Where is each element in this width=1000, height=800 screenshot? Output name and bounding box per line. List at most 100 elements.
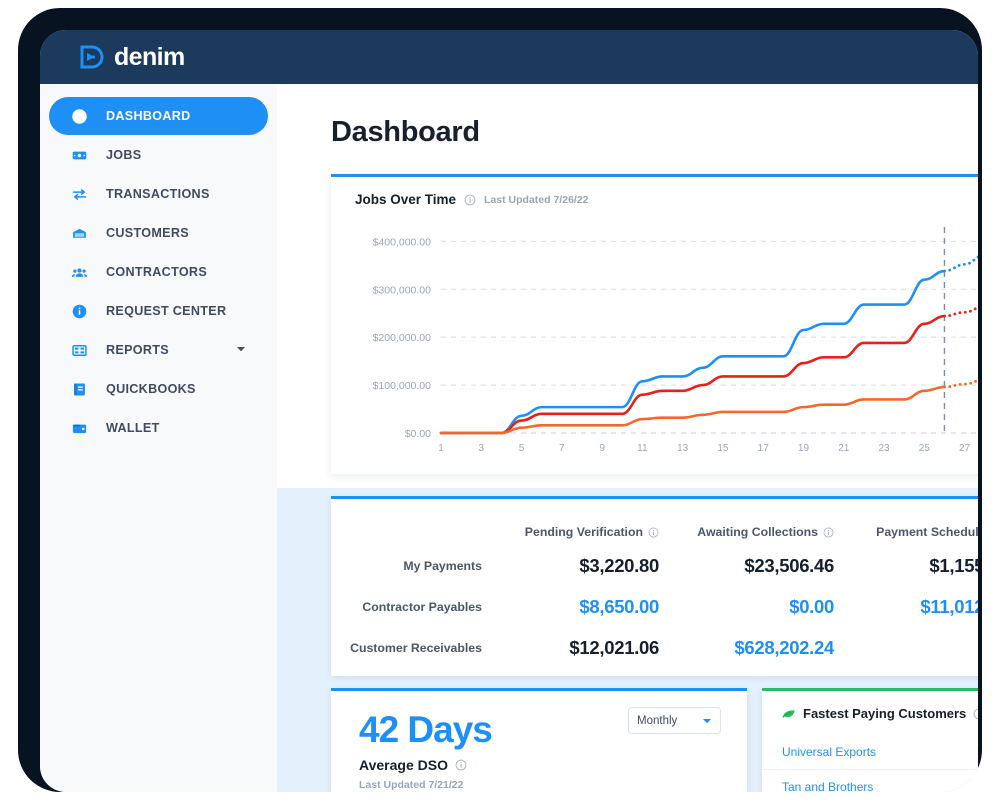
metric-value: $23,506.46 — [744, 554, 834, 576]
dso-label: Average DSO — [359, 757, 448, 773]
metric-value: $1,155.92 — [929, 554, 978, 576]
column-header: Awaiting Collections — [681, 499, 856, 545]
sidebar-item-dashboard[interactable]: DASHBOARD — [49, 97, 268, 135]
sidebar-item-label: JOBS — [106, 148, 142, 162]
x-axis-tick-label: 27 — [959, 443, 971, 454]
wallet-icon — [70, 419, 88, 437]
info-circle-icon — [70, 302, 88, 320]
book-icon — [73, 383, 85, 395]
fastest-title: Fastest Paying Customers — [803, 706, 967, 721]
column-header-label: Pending Verification — [524, 525, 643, 539]
y-axis-tick-label: $300,000.00 — [373, 284, 432, 296]
x-axis-tick-label: 15 — [717, 443, 729, 454]
sidebar: DASHBOARD JOBS TRANSACTIONS CUSTOMERS CONTRA… — [40, 84, 277, 792]
building-icon — [70, 224, 88, 242]
info-circle-icon[interactable] — [464, 194, 476, 206]
metric-value[interactable]: $8,650.00 — [506, 586, 681, 627]
y-axis-tick-label: $400,000.00 — [373, 236, 432, 248]
x-axis-tick-label: 21 — [838, 443, 850, 454]
sidebar-item-contractors[interactable]: CONTRACTORS — [49, 253, 268, 291]
sidebar-item-label: CONTRACTORS — [106, 265, 208, 279]
jobs-over-time-chart: $0.00 $100,000.00 $200,000.00 $300,000.00 $4… — [373, 227, 978, 454]
chart-last-updated: Last Updated 7/26/22 — [484, 193, 589, 206]
dso-label-row: Average DSO — [359, 757, 467, 773]
sidebar-item-reports[interactable]: REPORTS — [49, 331, 268, 369]
y-axis-tick-label: $100,000.00 — [373, 380, 432, 392]
payments-summary-card: Pending Verification Awaiting Collections… — [331, 496, 978, 676]
column-header-label: Payment Scheduled — [876, 525, 978, 539]
fastest-paying-customers-card: Fastest Paying Customers Universal Expor… — [762, 688, 978, 792]
building-icon — [72, 228, 86, 238]
average-dso-card: 42 Days Average DSO Last Updated 7/21/22… — [331, 688, 747, 792]
app-topbar: denim — [40, 30, 978, 84]
money-icon — [72, 151, 86, 159]
brand-logo[interactable]: denim — [78, 43, 185, 71]
table-row: My Payments $3,220.80 $23,506.46 $1,155.92 — [331, 545, 978, 586]
grid-icon — [71, 344, 87, 356]
sidebar-item-label: CUSTOMERS — [106, 226, 189, 240]
metric-value[interactable]: $11,012.00 — [856, 586, 978, 627]
money-icon — [70, 146, 88, 164]
device-frame: denim DASHBOARD JOBS TRANSACTIONS CUSTOMERS… — [18, 8, 982, 792]
info-circle-icon — [72, 304, 86, 318]
info-circle-icon[interactable] — [823, 527, 834, 538]
y-axis-tick-label: $0.00 — [405, 428, 431, 440]
page-title: Dashboard — [331, 116, 480, 148]
sidebar-item-wallet[interactable]: WALLET — [49, 409, 268, 447]
x-axis-tick-label: 5 — [519, 443, 525, 454]
chart-title: Jobs Over Time — [355, 192, 457, 207]
chart-series-forecast — [943, 255, 978, 273]
chevron-down-icon — [703, 718, 711, 723]
list-item[interactable]: Tan and Brothers — [762, 769, 978, 792]
table-row: Contractor Payables $8,650.00$0.00$11,012… — [331, 586, 978, 627]
transfer-icon — [70, 185, 88, 203]
chart-header: Jobs Over Time Last Updated 7/26/22 — [355, 192, 589, 207]
sidebar-item-label: DASHBOARD — [106, 109, 191, 123]
dso-period-select[interactable]: Monthly — [628, 707, 721, 734]
x-axis-tick-label: 7 — [559, 443, 565, 454]
sidebar-item-customers[interactable]: CUSTOMERS — [49, 214, 268, 252]
row-header: My Payments — [403, 558, 482, 573]
sidebar-item-transactions[interactable]: TRANSACTIONS — [49, 175, 268, 213]
x-axis-tick-label: 9 — [599, 443, 605, 454]
dashboard-icon — [70, 107, 88, 125]
row-header: Contractor Payables — [362, 599, 482, 614]
metric-value[interactable]: $0.00 — [681, 586, 856, 627]
sidebar-item-jobs[interactable]: JOBS — [49, 136, 268, 174]
sidebar-item-quickbooks[interactable]: QUICKBOOKS — [49, 370, 268, 408]
leaf-icon — [782, 709, 795, 718]
dashboard-icon — [71, 108, 87, 124]
info-circle-icon[interactable] — [648, 527, 659, 538]
row-header: Customer Receivables — [350, 640, 482, 655]
x-axis-tick-label: 13 — [677, 443, 689, 454]
sidebar-item-request-center[interactable]: REQUEST CENTER — [49, 292, 268, 330]
metric-value: $3,220.80 — [579, 554, 659, 576]
denim-logo-icon — [80, 45, 104, 69]
transfer-icon — [72, 188, 86, 200]
dso-value: 42 Days — [359, 709, 493, 750]
chart-series-actual — [439, 385, 946, 435]
metric-value[interactable]: $628,202.24 — [681, 627, 856, 668]
chart-series-actual — [439, 269, 946, 435]
payments-summary-table: Pending Verification Awaiting Collections… — [331, 499, 978, 668]
sidebar-item-label: WALLET — [106, 421, 160, 435]
info-circle-icon[interactable] — [455, 759, 467, 771]
brand-name: denim — [114, 42, 185, 71]
x-axis-tick-label: 1 — [438, 443, 444, 454]
table-body: My Payments $3,220.80 $23,506.46 $1,155.92 C… — [331, 545, 978, 668]
metric-value — [856, 627, 978, 668]
chart-series-forecast — [943, 306, 978, 318]
table-corner-cell — [331, 499, 506, 545]
metric-value: $12,021.06 — [569, 636, 659, 658]
chevron-down-icon[interactable] — [236, 341, 246, 359]
x-axis-tick-label: 25 — [919, 443, 931, 454]
table-row: Customer Receivables $12,021.06 $628,202.2… — [331, 627, 978, 668]
column-header-label: Awaiting Collections — [697, 525, 818, 539]
info-circle-icon[interactable] — [973, 708, 978, 720]
dso-last-updated: Last Updated 7/21/22 — [359, 779, 464, 791]
jobs-over-time-card: Jobs Over Time Last Updated 7/26/22 $0.0… — [331, 174, 978, 474]
table-header-row: Pending Verification Awaiting Collections… — [331, 499, 978, 545]
main-content: Dashboard Jobs Over Time Last Updated 7/… — [277, 84, 978, 792]
list-item[interactable]: Universal Exports — [762, 735, 978, 769]
fastest-header: Fastest Paying Customers — [782, 706, 978, 721]
